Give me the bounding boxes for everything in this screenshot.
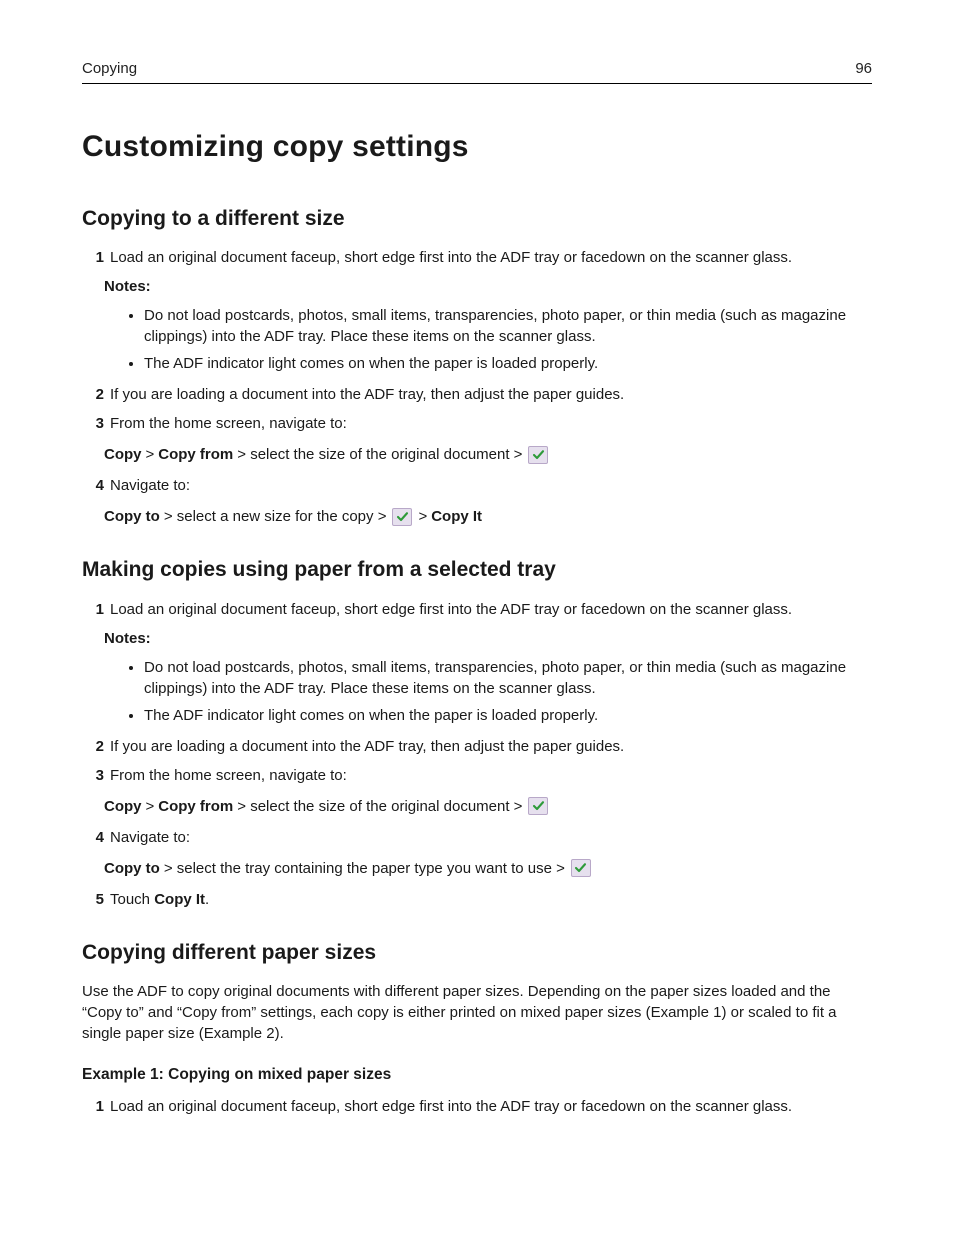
steps-list-c: 1 Load an original document faceup, shor… [82,1096,872,1117]
step-text-post: . [205,891,209,908]
step-item: 5 Touch Copy It. [82,889,872,910]
step-text: Navigate to: [110,827,872,848]
notes-list-a: Do not load postcards, photos, small ite… [144,305,872,374]
step-item: 4 Navigate to: [82,827,872,848]
step-item: 4 Navigate to: [82,475,872,496]
nav-token: Copy It [431,506,482,527]
nav-tail: > select the tray containing the paper t… [164,858,565,879]
step-item: 2 If you are loading a document into the… [82,736,872,757]
nav-separator: > [146,796,155,817]
note-item: The ADF indicator light comes on when th… [144,705,872,726]
steps-list-b: 1 Load an original document faceup, shor… [82,599,872,620]
step-item: 1 Load an original document faceup, shor… [82,247,872,268]
steps-list-a-cont2: 4 Navigate to: [82,475,872,496]
step-text: From the home screen, navigate to: [110,413,872,434]
notes-label: Notes: [104,628,872,649]
nav-separator: > [418,506,427,527]
steps-list-a: 1 Load an original document faceup, shor… [82,247,872,268]
step-number: 2 [82,384,110,405]
step-text: From the home screen, navigate to: [110,765,872,786]
nav-separator: > [146,444,155,465]
section-c-intro: Use the ADF to copy original documents w… [82,981,872,1044]
step-text: If you are loading a document into the A… [110,384,872,405]
checkmark-icon [571,859,591,877]
step-text: Load an original document faceup, short … [110,247,872,268]
step-number: 1 [82,247,110,268]
step-text: Load an original document faceup, short … [110,599,872,620]
step-item: 1 Load an original document faceup, shor… [82,599,872,620]
checkmark-icon [528,446,548,464]
note-item: Do not load postcards, photos, small ite… [144,305,872,347]
notes-list-b: Do not load postcards, photos, small ite… [144,657,872,726]
section-heading-copy-different-size: Copying to a different size [82,204,872,233]
page-title: Customizing copy settings [82,126,872,168]
step-number: 4 [82,827,110,848]
step-text-pre: Touch [110,891,154,908]
note-item: Do not load postcards, photos, small ite… [144,657,872,699]
step-number: 5 [82,889,110,910]
step-text: If you are loading a document into the A… [110,736,872,757]
step-item: 3 From the home screen, navigate to: [82,413,872,434]
steps-list-b-cont3: 5 Touch Copy It. [82,889,872,910]
step-text-bold: Copy It [154,891,205,908]
header-page-number: 96 [855,58,872,79]
nav-token: Copy from [158,796,233,817]
step-item: 1 Load an original document faceup, shor… [82,1096,872,1117]
page: Copying 96 Customizing copy settings Cop… [0,0,954,1235]
nav-tail: > select the size of the original docume… [237,796,522,817]
nav-tail: > select the size of the original docume… [237,444,522,465]
step-number: 1 [82,1096,110,1117]
step-number: 4 [82,475,110,496]
example-1-title: Example 1: Copying on mixed paper sizes [82,1064,872,1086]
nav-token: Copy [104,796,142,817]
step-text: Navigate to: [110,475,872,496]
step-text: Load an original document faceup, short … [110,1096,872,1117]
step-text: Touch Copy It. [110,889,872,910]
running-header: Copying 96 [82,58,872,84]
nav-tail: > select a new size for the copy > [164,506,387,527]
step-number: 3 [82,765,110,786]
checkmark-icon [392,508,412,526]
header-section: Copying [82,58,137,79]
steps-list-b-cont: 2 If you are loading a document into the… [82,736,872,786]
nav-token: Copy to [104,506,160,527]
checkmark-icon [528,797,548,815]
steps-list-a-cont: 2 If you are loading a document into the… [82,384,872,434]
step-item: 2 If you are loading a document into the… [82,384,872,405]
section-heading-different-sizes: Copying different paper sizes [82,938,872,967]
notes-label: Notes: [104,276,872,297]
nav-path: Copy > Copy from > select the size of th… [104,444,872,465]
nav-path: Copy to > select the tray containing the… [104,858,872,879]
section-heading-selected-tray: Making copies using paper from a selecte… [82,555,872,584]
note-item: The ADF indicator light comes on when th… [144,353,872,374]
step-number: 2 [82,736,110,757]
step-number: 3 [82,413,110,434]
step-number: 1 [82,599,110,620]
steps-list-b-cont2: 4 Navigate to: [82,827,872,848]
nav-path: Copy to > select a new size for the copy… [104,506,872,527]
nav-token: Copy from [158,444,233,465]
nav-token: Copy to [104,858,160,879]
nav-path: Copy > Copy from > select the size of th… [104,796,872,817]
step-item: 3 From the home screen, navigate to: [82,765,872,786]
nav-token: Copy [104,444,142,465]
